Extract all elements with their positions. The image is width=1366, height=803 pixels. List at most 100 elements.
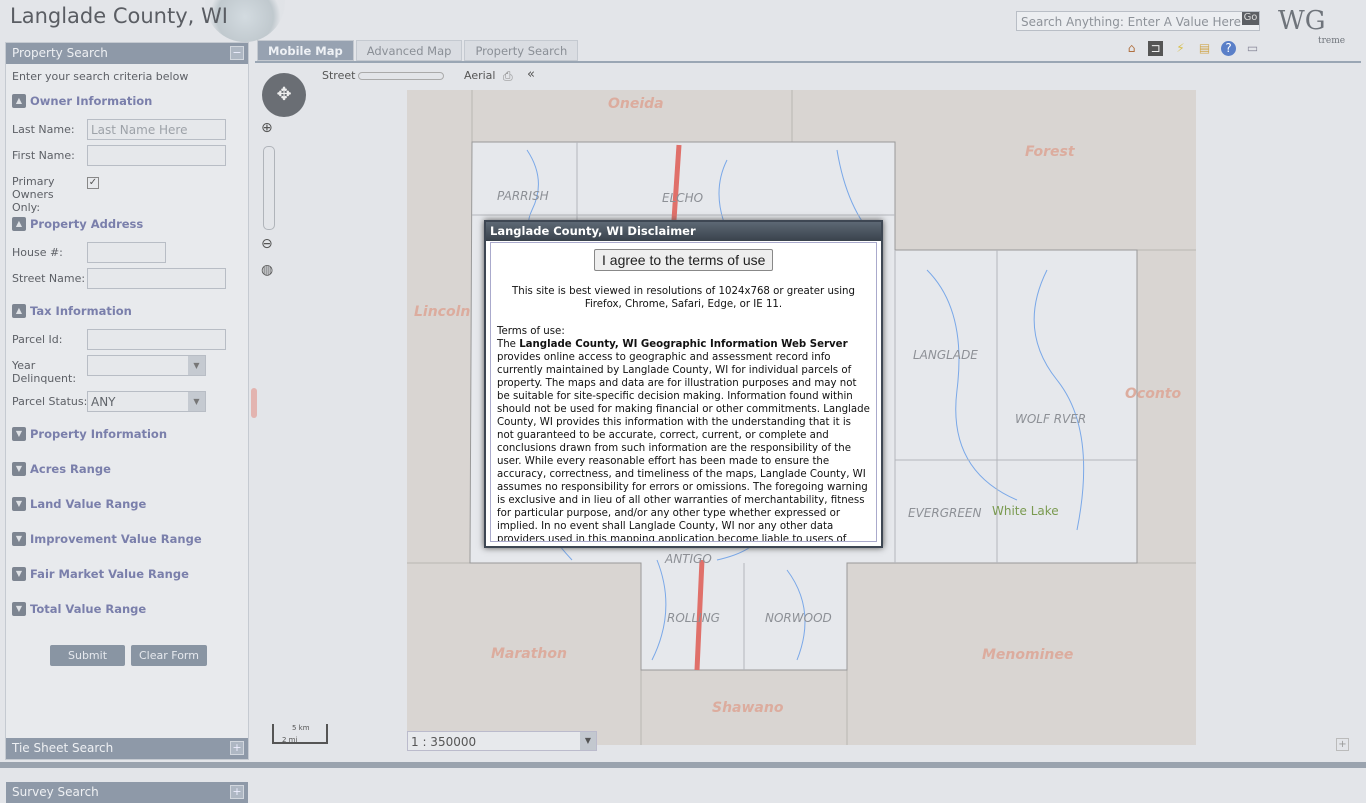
section-address[interactable]: ▲ Property Address (12, 217, 143, 231)
section-fair-market[interactable]: ▼ Fair Market Value Range (12, 567, 189, 581)
section-total[interactable]: ▼ Total Value Range (12, 602, 146, 616)
town-label: NORWOOD (765, 611, 832, 625)
street-input[interactable] (87, 268, 226, 289)
parcel-id-label: Parcel Id: (12, 333, 63, 346)
expand-icon: ▼ (12, 567, 26, 581)
wg-logo: WG treme (1278, 6, 1346, 46)
town-label: WOLF RVER (1015, 412, 1087, 426)
section-acres[interactable]: ▼ Acres Range (12, 462, 111, 476)
collapse-chevron-icon[interactable]: « (527, 67, 535, 82)
primary-owners-checkbox[interactable]: ✓ (87, 177, 99, 189)
help-icon[interactable]: ? (1221, 41, 1236, 56)
house-input[interactable] (87, 242, 166, 263)
year-delinquent-label: Year Delinquent: (12, 359, 77, 385)
tab-divider (255, 61, 1361, 63)
house-label: House #: (12, 246, 63, 259)
section-property[interactable]: ▼ Property Information (12, 427, 167, 441)
primary-owners-label: Primary Owners Only: (12, 175, 55, 214)
submit-button[interactable]: Submit (50, 645, 125, 666)
town-label: LANGLADE (913, 348, 978, 362)
clear-form-button[interactable]: Clear Form (131, 645, 207, 666)
expand-icon: ▼ (12, 497, 26, 511)
aerial-label: Aerial (464, 69, 496, 82)
first-name-label: First Name: (12, 149, 75, 162)
town-label: ROLLING (667, 611, 720, 625)
lake-label: White Lake (992, 504, 1059, 518)
export-icon[interactable]: ⊐ (1148, 41, 1163, 56)
section-tax[interactable]: ▲ Tax Information (12, 304, 132, 318)
county-label: Lincoln (414, 304, 471, 320)
expand-icon: ▼ (12, 427, 26, 441)
county-label: Forest (1025, 144, 1075, 160)
county-label: Marathon (491, 646, 567, 662)
parcel-status-label: Parcel Status: (12, 395, 88, 408)
parcel-id-input[interactable] (87, 329, 226, 350)
home-icon[interactable]: ⌂ (1124, 41, 1139, 56)
scale-bar: 5 km 2 mi (272, 724, 328, 744)
last-name-input[interactable]: Last Name Here (87, 119, 226, 140)
county-label: Menominee (982, 647, 1074, 663)
collapse-icon: ▲ (12, 94, 26, 108)
town-label: ELCHO (662, 191, 704, 205)
main-tabs: Mobile Map Advanced Map Property Search (257, 40, 579, 61)
expand-button[interactable]: + (230, 741, 244, 755)
property-search-panel: Property Search − Enter your search crite… (5, 42, 249, 803)
street-label: Street (322, 69, 356, 82)
zoom-out-icon[interactable]: ⊖ (261, 236, 273, 252)
chevron-down-icon: ▼ (580, 732, 596, 750)
page-title: Langlade County, WI (10, 4, 228, 28)
expand-icon: ▼ (12, 532, 26, 546)
expand-overview-button[interactable]: + (1336, 738, 1349, 751)
terms-bold: Langlade County, WI Geographic Informati… (519, 339, 848, 350)
zoom-in-icon[interactable]: ⊕ (261, 120, 273, 136)
panel-header: Property Search − (6, 43, 248, 64)
year-delinquent-select[interactable]: ▼ (87, 355, 206, 376)
town-label: PARRISH (497, 189, 549, 203)
globe-icon[interactable]: ◍ (261, 262, 273, 278)
dialog-body: This site is best viewed in resolutions … (490, 242, 877, 542)
go-button[interactable]: Go (1242, 12, 1259, 25)
section-improvement[interactable]: ▼ Improvement Value Range (12, 532, 202, 546)
survey-search-header[interactable]: Survey Search + (6, 782, 248, 803)
sidebar-toggle-handle[interactable] (251, 388, 257, 418)
intro-text: Enter your search criteria below (12, 70, 189, 83)
chevron-down-icon: ▼ (188, 356, 205, 375)
scale-select[interactable]: 1 : 350000 ▼ (407, 731, 597, 751)
town-label: ANTIGO (665, 552, 712, 566)
pan-control-icon[interactable]: ✥ (262, 73, 306, 117)
collapse-icon: ▲ (12, 217, 26, 231)
county-label: Oconto (1125, 386, 1182, 402)
best-viewed-text: This site is best viewed in resolutions … (512, 286, 855, 310)
tab-advanced-map[interactable]: Advanced Map (355, 40, 463, 61)
tie-sheet-search-header[interactable]: Tie Sheet Search + (6, 738, 248, 759)
print-icon[interactable]: ⎙ (503, 69, 513, 84)
dialog-title: Langlade County, WI Disclaimer (486, 222, 881, 241)
expand-icon: ▼ (12, 602, 26, 616)
collapse-icon: ▲ (12, 304, 26, 318)
county-label: Shawano (712, 700, 784, 716)
section-land[interactable]: ▼ Land Value Range (12, 497, 146, 511)
terms-text: Terms of use: The Langlade County, WI Ge… (497, 326, 870, 542)
street-label: Street Name: (12, 272, 86, 285)
section-owner[interactable]: ▲ Owner Information (12, 94, 152, 108)
panel-title: Property Search (12, 46, 108, 60)
chevron-down-icon: ▼ (188, 392, 205, 411)
county-label: Oneida (608, 96, 664, 112)
search-input[interactable]: Search Anything: Enter A Value Here (1016, 11, 1260, 31)
id-card-icon[interactable]: ▭ (1245, 41, 1260, 56)
basemap-slider[interactable] (358, 72, 444, 80)
collapse-button[interactable]: − (230, 46, 244, 60)
disclaimer-dialog: Langlade County, WI Disclaimer This site… (484, 220, 883, 548)
tab-mobile-map[interactable]: Mobile Map (257, 40, 354, 61)
town-label: EVERGREEN (908, 506, 982, 520)
lightning-icon[interactable]: ⚡ (1173, 41, 1188, 56)
expand-icon: ▼ (12, 462, 26, 476)
tab-property-search[interactable]: Property Search (464, 40, 579, 61)
zoom-slider[interactable] (263, 146, 275, 230)
agree-terms-button[interactable]: I agree to the terms of use (594, 249, 774, 271)
expand-button[interactable]: + (230, 785, 244, 799)
parcel-status-select[interactable]: ANY ▼ (87, 391, 206, 412)
first-name-input[interactable] (87, 145, 226, 166)
lock-icon[interactable]: ▤ (1197, 41, 1212, 56)
last-name-label: Last Name: (12, 123, 75, 136)
